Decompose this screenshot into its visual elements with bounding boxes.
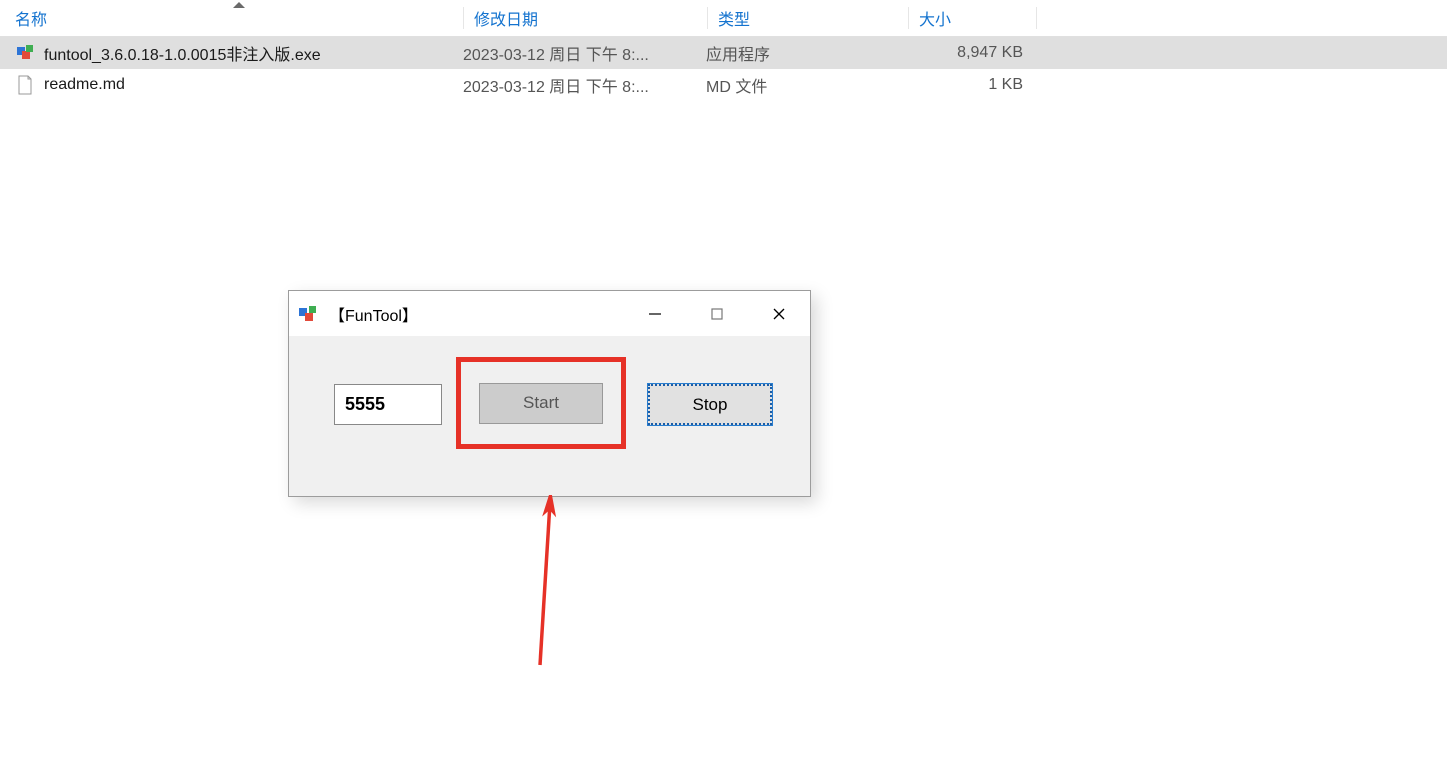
exe-file-icon	[15, 43, 35, 63]
close-icon	[772, 307, 786, 321]
column-label: 大小	[919, 6, 951, 30]
file-type: 应用程序	[706, 37, 906, 69]
column-divider[interactable]	[1036, 7, 1037, 29]
column-header-size[interactable]: 大小	[909, 0, 1036, 36]
maximize-button[interactable]	[686, 291, 748, 336]
file-size: 8,947 KB	[906, 37, 1033, 69]
close-button[interactable]	[748, 291, 810, 336]
sort-asc-icon	[233, 2, 245, 8]
stop-button[interactable]: Stop	[648, 384, 772, 425]
column-label: 类型	[718, 6, 750, 30]
explorer-column-header: 名称 修改日期 类型 大小	[0, 0, 1447, 37]
start-button[interactable]: Start	[479, 383, 603, 424]
port-input[interactable]	[334, 384, 442, 425]
window-title: 【FunTool】	[329, 302, 624, 326]
file-row[interactable]: funtool_3.6.0.18-1.0.0015非注入版.exe 2023-0…	[0, 37, 1447, 69]
window-titlebar[interactable]: 【FunTool】	[289, 291, 810, 336]
column-header-modified[interactable]: 修改日期	[464, 0, 707, 36]
annotation-highlight-box: Start	[456, 357, 626, 449]
column-label: 修改日期	[474, 6, 538, 30]
annotation-arrow-icon	[520, 495, 580, 670]
column-header-name[interactable]: 名称	[15, 0, 463, 36]
file-name: funtool_3.6.0.18-1.0.0015非注入版.exe	[44, 41, 321, 65]
minimize-button[interactable]	[624, 291, 686, 336]
document-file-icon	[15, 75, 35, 95]
file-type: MD 文件	[706, 69, 906, 101]
funtool-window: 【FunTool】 Start	[288, 290, 811, 497]
file-row[interactable]: readme.md 2023-03-12 周日 下午 8:... MD 文件 1…	[0, 69, 1447, 101]
file-name: readme.md	[44, 76, 125, 94]
minimize-icon	[648, 307, 662, 321]
app-cubes-icon	[297, 303, 319, 325]
column-label: 名称	[15, 6, 47, 30]
file-modified: 2023-03-12 周日 下午 8:...	[463, 69, 706, 101]
file-modified: 2023-03-12 周日 下午 8:...	[463, 37, 706, 69]
maximize-icon	[710, 307, 724, 321]
file-size: 1 KB	[906, 69, 1033, 101]
column-header-type[interactable]: 类型	[708, 0, 908, 36]
